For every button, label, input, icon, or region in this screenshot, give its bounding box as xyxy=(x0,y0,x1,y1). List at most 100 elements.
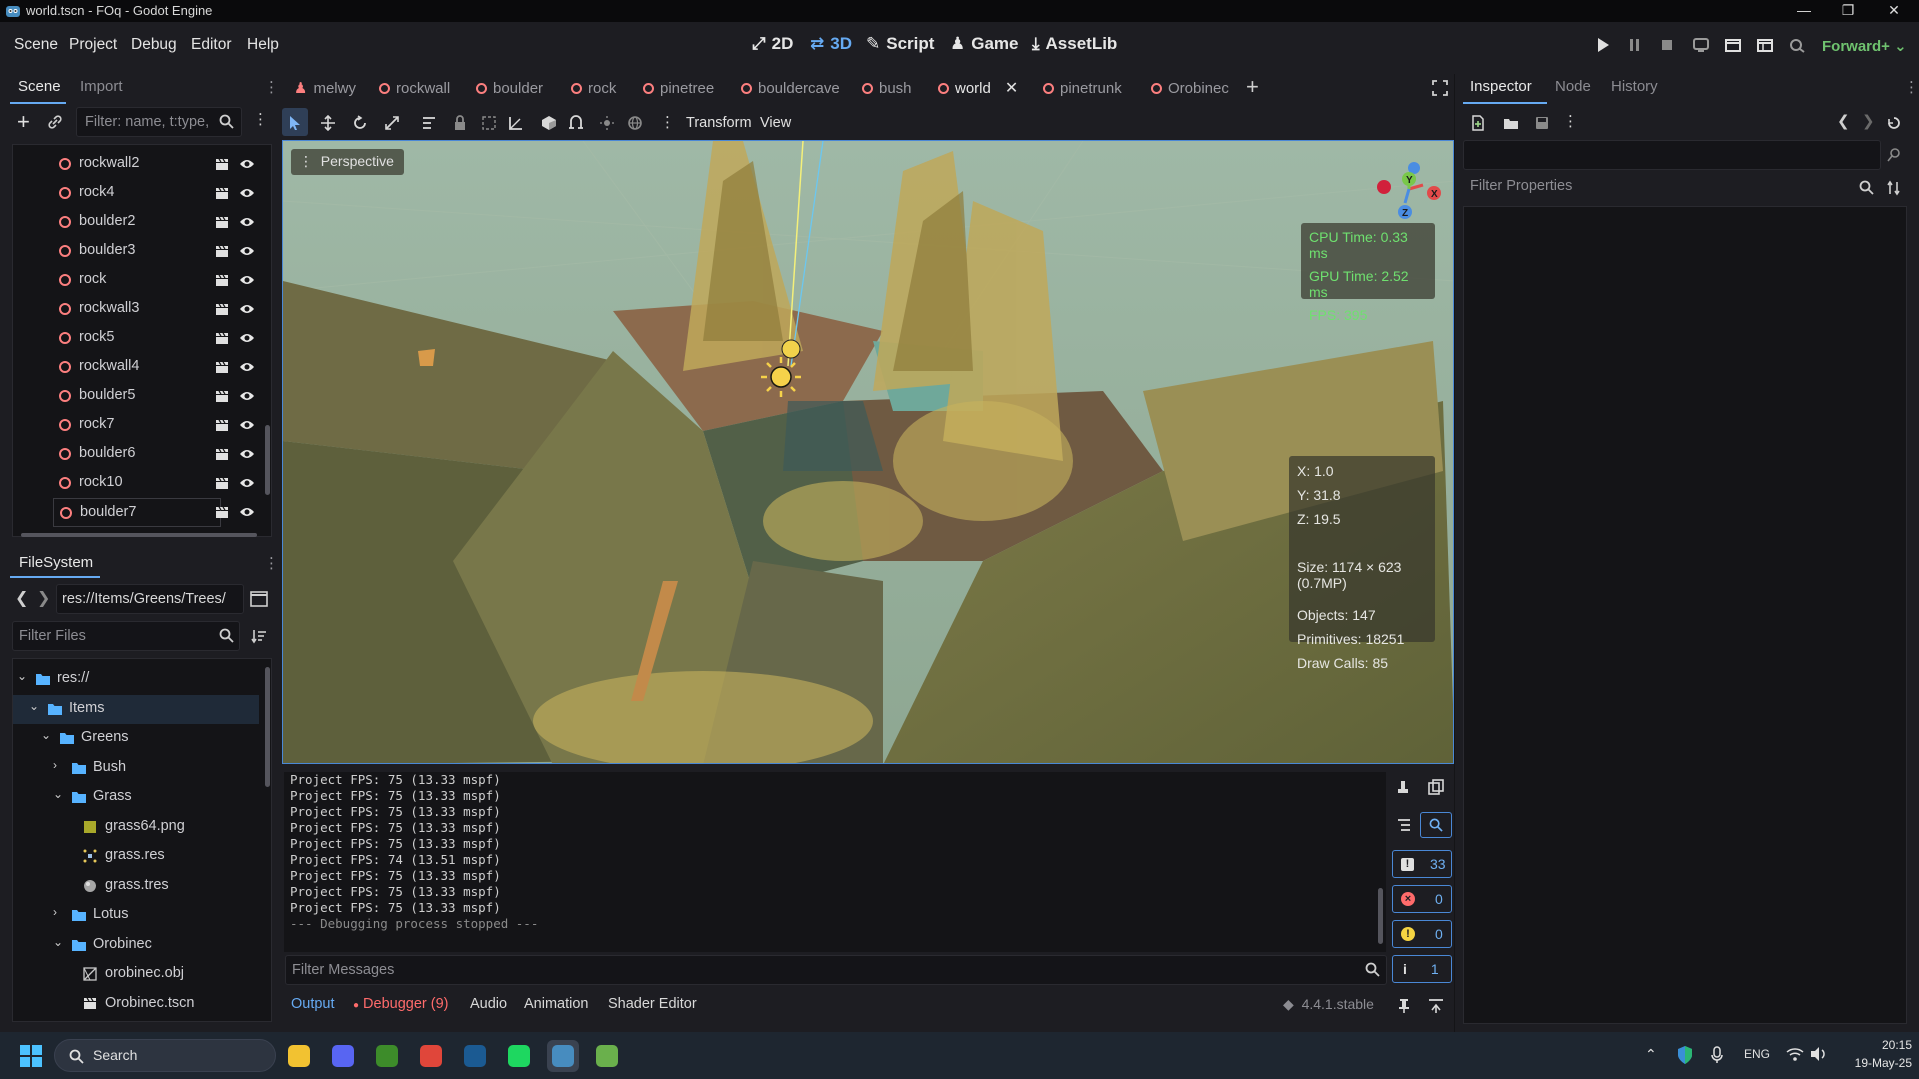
lock-icon[interactable] xyxy=(453,115,467,131)
scene-tab[interactable]: world ✕ xyxy=(938,78,1018,98)
inspector-sort-icon[interactable] xyxy=(1886,180,1902,196)
visibility-eye-icon[interactable] xyxy=(239,477,255,489)
file-item[interactable]: grass.tres xyxy=(13,872,259,901)
menu-editor[interactable]: Editor xyxy=(191,36,232,54)
perspective-button[interactable]: ⋮ Perspective xyxy=(291,149,404,175)
wifi-icon[interactable] xyxy=(1786,1046,1804,1062)
defender-icon[interactable] xyxy=(1676,1045,1694,1065)
workspace-3d[interactable]: ⇄ 3D xyxy=(810,34,852,54)
visibility-eye-icon[interactable] xyxy=(239,390,255,402)
file-item[interactable]: orobinec.obj xyxy=(13,960,259,989)
folder-item[interactable]: ⌄ Items xyxy=(13,694,259,724)
history-forward-icon[interactable]: ❯ xyxy=(1862,112,1875,130)
clear-output-icon[interactable] xyxy=(1396,779,1410,795)
open-in-editor-icon[interactable] xyxy=(215,390,229,403)
open-in-editor-icon[interactable] xyxy=(215,448,229,461)
scene-tab[interactable]: bush xyxy=(862,78,912,98)
visibility-eye-icon[interactable] xyxy=(239,216,255,228)
sort-icon[interactable] xyxy=(251,628,267,644)
open-in-editor-icon[interactable] xyxy=(215,303,229,316)
scene-tab[interactable]: Orobinec xyxy=(1151,78,1229,98)
scene-tab[interactable]: pinetree xyxy=(643,78,714,98)
godot-icon[interactable] xyxy=(547,1040,579,1072)
toolbar-more-icon[interactable]: ⋮ xyxy=(660,113,675,131)
workspace-2d[interactable]: ⤢ 2D xyxy=(752,34,793,54)
open-in-editor-icon[interactable] xyxy=(215,506,229,519)
visibility-eye-icon[interactable] xyxy=(239,332,255,344)
tab-node[interactable]: Node xyxy=(1555,78,1591,95)
forward-icon[interactable]: ❯ xyxy=(37,588,50,608)
folder-item[interactable]: ⌄ Grass xyxy=(13,783,259,812)
minecraft-launcher-icon[interactable] xyxy=(591,1040,623,1072)
scene-tab[interactable]: rock xyxy=(571,78,616,98)
history-back-icon[interactable]: ❮ xyxy=(1837,112,1850,130)
expand-arrow-icon[interactable]: ⌄ xyxy=(53,935,63,949)
microphone-icon[interactable] xyxy=(1710,1046,1724,1064)
visibility-eye-icon[interactable] xyxy=(239,419,255,431)
axis-gizmo[interactable]: X Y Z xyxy=(1371,151,1447,227)
scene-tab[interactable]: bouldercave xyxy=(741,78,840,98)
expand-arrow-icon[interactable]: ⌄ xyxy=(41,728,51,742)
tab-inspector[interactable]: Inspector xyxy=(1470,78,1532,95)
filter-files-input[interactable]: Filter Files xyxy=(12,621,240,651)
open-in-editor-icon[interactable] xyxy=(215,187,229,200)
taskbar-search[interactable]: Search xyxy=(54,1039,276,1072)
warnings-count-button[interactable]: ! 0 xyxy=(1392,920,1452,948)
scale-tool-icon[interactable] xyxy=(384,115,400,131)
filesystem-menu-icon[interactable]: ⋮ xyxy=(264,554,279,572)
workspace-script[interactable]: ✎ Script xyxy=(866,34,934,54)
close-tab-icon[interactable]: ✕ xyxy=(1005,78,1018,98)
select-tool-icon[interactable] xyxy=(288,115,302,131)
distraction-free-icon[interactable] xyxy=(1432,80,1448,96)
list-select-icon[interactable] xyxy=(421,115,437,131)
open-in-editor-icon[interactable] xyxy=(215,216,229,229)
inspector-dock-menu-icon[interactable]: ⋮ xyxy=(1904,78,1919,96)
view-menu[interactable]: View xyxy=(760,115,791,131)
renderer-select[interactable]: Forward+ ⌄ xyxy=(1822,37,1907,55)
group-icon[interactable] xyxy=(481,115,497,131)
split-view-icon[interactable] xyxy=(250,591,268,607)
collapse-arrow-icon[interactable]: › xyxy=(53,758,57,772)
play-icon[interactable] xyxy=(1596,37,1610,53)
minecraft-icon[interactable] xyxy=(371,1040,403,1072)
scene-tab[interactable]: boulder xyxy=(476,78,543,98)
snap-icon[interactable] xyxy=(568,115,584,131)
scene-tree-node[interactable]: boulder7 xyxy=(53,498,221,527)
bottom-tab[interactable]: ● Debugger (9) xyxy=(353,996,448,1012)
errors-count-button[interactable]: × 0 xyxy=(1392,885,1452,913)
stop-icon[interactable] xyxy=(1660,37,1674,53)
new-scene-tab-icon[interactable]: + xyxy=(1246,74,1259,100)
file-explorer-icon[interactable] xyxy=(283,1040,315,1072)
file-item[interactable]: grass.res xyxy=(13,842,259,871)
scene-tab[interactable]: rockwall xyxy=(379,78,450,98)
input-language[interactable]: ENG xyxy=(1744,1047,1770,1061)
movie-maker-icon[interactable] xyxy=(1788,37,1806,53)
show-hidden-icons-icon[interactable]: ⌃ xyxy=(1645,1046,1657,1063)
visibility-eye-icon[interactable] xyxy=(239,303,255,315)
inspector-options-icon[interactable]: ⋮ xyxy=(1563,112,1578,130)
tab-scene[interactable]: Scene xyxy=(18,78,61,95)
messages-count-button[interactable]: ! 33 xyxy=(1392,850,1452,878)
move-tool-icon[interactable] xyxy=(320,115,336,131)
filter-messages-input[interactable]: Filter Messages xyxy=(285,955,1387,985)
visibility-eye-icon[interactable] xyxy=(239,187,255,199)
scene-tab[interactable]: ♟ melwy xyxy=(294,78,356,98)
save-resource-icon[interactable] xyxy=(1535,115,1549,131)
minimize-button[interactable]: — xyxy=(1782,0,1826,22)
filesystem-path-input[interactable]: res://Items/Greens/Trees/ xyxy=(56,584,244,614)
scene-tree-hscrollbar[interactable] xyxy=(21,533,257,537)
add-node-icon[interactable]: + xyxy=(17,109,30,135)
open-in-editor-icon[interactable] xyxy=(215,274,229,287)
copy-output-icon[interactable] xyxy=(1428,779,1444,795)
spotify-icon[interactable] xyxy=(503,1040,535,1072)
ruler-icon[interactable] xyxy=(508,115,524,131)
bottom-tab[interactable]: Animation xyxy=(524,996,588,1012)
discord-icon[interactable] xyxy=(327,1040,359,1072)
folder-item[interactable]: › Bush xyxy=(13,754,259,783)
filter-properties-input[interactable]: Filter Properties xyxy=(1470,178,1572,194)
bottom-tab[interactable]: Output xyxy=(291,996,335,1012)
open-resource-icon[interactable] xyxy=(1503,115,1519,131)
bottom-tab[interactable]: Audio xyxy=(470,996,507,1012)
workspace-game[interactable]: ♟ Game xyxy=(950,34,1019,54)
folder-item[interactable]: ⌄Trees xyxy=(13,1019,259,1021)
